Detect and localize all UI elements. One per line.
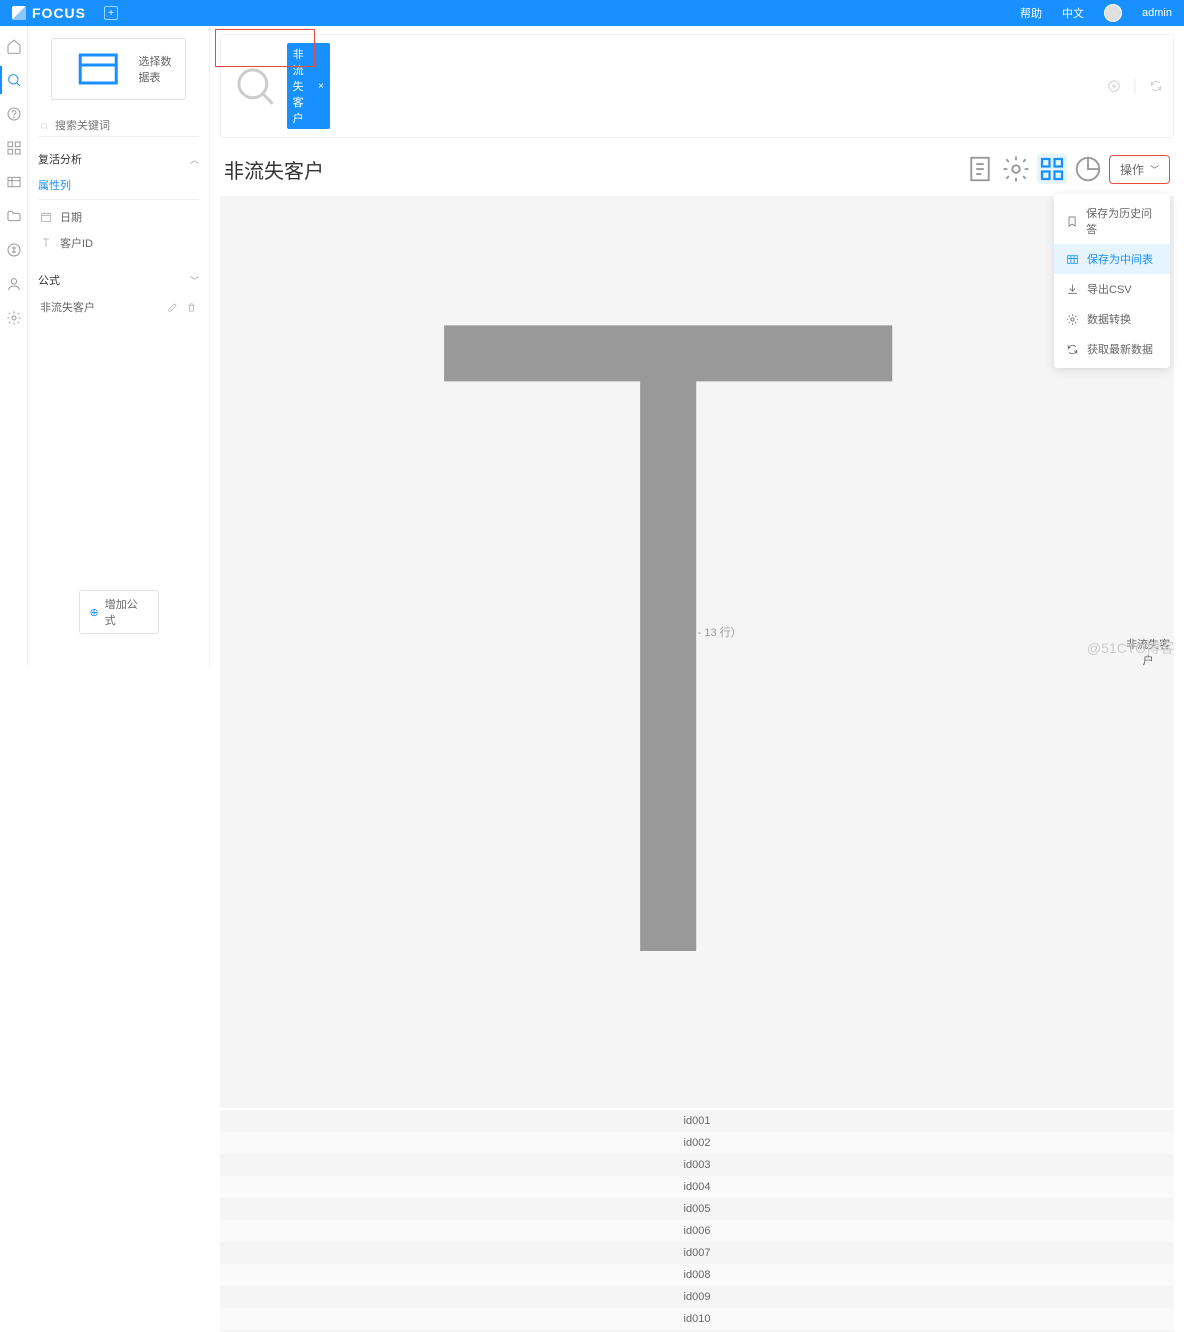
download-icon [1066, 283, 1079, 296]
money-icon[interactable] [6, 242, 22, 258]
search-icon [40, 120, 49, 132]
search-nav-icon[interactable] [6, 72, 22, 88]
config-icon-button[interactable] [1001, 154, 1031, 184]
sidebar-search-input[interactable] [55, 120, 197, 132]
table-footer: （显示 1 - 13 行） [210, 616, 1184, 648]
menu-save-table[interactable]: 保存为中间表 [1054, 244, 1170, 274]
text-icon [220, 204, 1116, 1100]
main-content: 非流失客户 × | 非流失客户 操作 ﹀ 保存为历史问答 [210, 26, 1184, 666]
table-icon [1066, 253, 1079, 266]
divider: | [1133, 77, 1137, 95]
logo-icon [12, 6, 26, 20]
table-nav-icon[interactable] [6, 174, 22, 190]
operate-button[interactable]: 操作 ﹀ [1109, 155, 1170, 184]
nav-rail [0, 26, 28, 666]
edit-icon[interactable] [167, 302, 178, 313]
menu-label: 导出CSV [1087, 281, 1132, 297]
table-row[interactable]: id001 [220, 1110, 1174, 1132]
question-icon[interactable] [6, 106, 22, 122]
table-row[interactable]: id010 [220, 1308, 1174, 1330]
field-date-label: 日期 [60, 209, 82, 225]
text-icon [40, 237, 52, 249]
chevron-down-icon: ﹀ [1150, 163, 1159, 176]
help-link[interactable]: 帮助 [1020, 5, 1042, 21]
dashboard-icon[interactable] [6, 140, 22, 156]
menu-export-csv[interactable]: 导出CSV [1054, 274, 1170, 304]
table-row[interactable]: id009 [220, 1286, 1174, 1308]
refresh-icon [1066, 343, 1079, 356]
page-title: 非流失客户 [224, 155, 324, 184]
title-actions: 操作 ﹀ 保存为历史问答 保存为中间表 导出CSV [965, 154, 1170, 184]
plus-circle-icon[interactable] [1107, 79, 1121, 93]
calendar-icon [40, 211, 52, 223]
delete-icon[interactable] [186, 302, 197, 313]
sidebar-search[interactable] [38, 116, 199, 137]
attr-col-label[interactable]: 属性列 [38, 173, 199, 200]
title-row: 非流失客户 操作 ﹀ 保存为历史问答 保存为中间表 [220, 154, 1174, 184]
bookmark-icon [1066, 215, 1078, 228]
table-row[interactable]: id003 [220, 1154, 1174, 1176]
section-analysis-label: 复活分析 [38, 151, 82, 167]
select-table-button[interactable]: 选择数据表 [51, 38, 186, 100]
search-bar: 非流失客户 × | [220, 34, 1174, 138]
app-header: FOCUS + 帮助 中文 admin [0, 0, 1184, 26]
settings-icon[interactable] [6, 310, 22, 326]
table-row[interactable]: id005 [220, 1198, 1174, 1220]
field-date[interactable]: 日期 [38, 204, 199, 230]
brand-text: FOCUS [32, 5, 86, 21]
field-customer-id-label: 客户ID [60, 235, 93, 251]
chevron-up-icon: ︿ [190, 153, 199, 166]
lang-link[interactable]: 中文 [1062, 5, 1084, 21]
plus-icon: ⊕ [90, 606, 99, 619]
table-row[interactable]: id006 [220, 1220, 1174, 1242]
username: admin [1142, 7, 1172, 19]
brand-logo[interactable]: FOCUS [12, 5, 86, 21]
user-icon[interactable] [6, 276, 22, 292]
new-tab-button[interactable]: + [104, 6, 118, 20]
search-icon [231, 62, 279, 110]
operate-dropdown: 保存为历史问答 保存为中间表 导出CSV 数据转换 获取最新数据 [1054, 194, 1170, 368]
refresh-icon[interactable] [1149, 79, 1163, 93]
menu-label: 保存为历史问答 [1086, 205, 1158, 237]
field-customer-id[interactable]: 客户ID [38, 230, 199, 256]
data-table: 非流失客户 id001id002id003id004id005id006id00… [220, 196, 1174, 1332]
chevron-down-icon: ﹀ [190, 274, 199, 287]
table-row[interactable]: id011 [220, 1330, 1174, 1332]
operate-label: 操作 [1120, 161, 1144, 178]
close-icon[interactable]: × [318, 81, 324, 92]
chart-view-button[interactable] [1073, 154, 1103, 184]
watermark: @51CTO博客 [1087, 638, 1174, 658]
search-tag[interactable]: 非流失客户 × [287, 43, 330, 129]
table-header[interactable]: 非流失客户 [220, 196, 1174, 1108]
table-row[interactable]: id002 [220, 1132, 1174, 1154]
menu-label: 数据转换 [1087, 311, 1131, 327]
add-formula-button[interactable]: ⊕ 增加公式 [79, 590, 159, 634]
section-analysis[interactable]: 复活分析 ︿ [38, 145, 199, 173]
gear-icon [1066, 313, 1079, 326]
menu-transform[interactable]: 数据转换 [1054, 304, 1170, 334]
table-row[interactable]: id008 [220, 1264, 1174, 1286]
select-table-label: 选择数据表 [138, 53, 173, 85]
menu-label: 获取最新数据 [1087, 341, 1153, 357]
search-tag-label: 非流失客户 [293, 46, 314, 126]
table-row[interactable]: id007 [220, 1242, 1174, 1264]
formula-item[interactable]: 非流失客户 [38, 294, 199, 320]
menu-refresh-data[interactable]: 获取最新数据 [1054, 334, 1170, 364]
grid-view-button[interactable] [1037, 154, 1067, 184]
home-icon[interactable] [6, 38, 22, 54]
formula-item-label: 非流失客户 [40, 299, 95, 315]
table-row[interactable]: id004 [220, 1176, 1174, 1198]
section-formula-label: 公式 [38, 272, 60, 288]
folder-icon[interactable] [6, 208, 22, 224]
table-icon [64, 45, 132, 93]
sidebar: 选择数据表 复活分析 ︿ 属性列 日期 客户ID 公式 ﹀ 非流失客户 ⊕ 增加… [28, 26, 210, 666]
menu-label: 保存为中间表 [1087, 251, 1153, 267]
export-icon-button[interactable] [965, 154, 995, 184]
section-formula[interactable]: 公式 ﹀ [38, 266, 199, 294]
menu-save-history[interactable]: 保存为历史问答 [1054, 198, 1170, 244]
add-formula-label: 增加公式 [105, 596, 148, 628]
avatar[interactable] [1104, 4, 1122, 22]
